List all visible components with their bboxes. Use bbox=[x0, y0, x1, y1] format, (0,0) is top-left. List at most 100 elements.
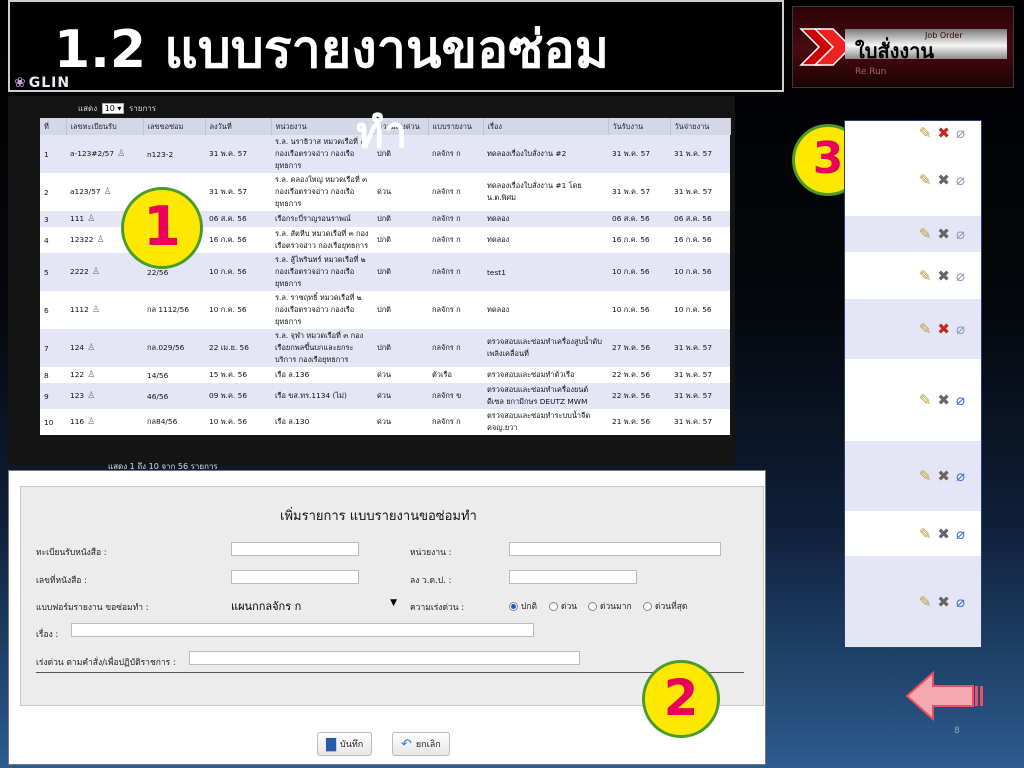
edit-icon[interactable]: ✎ bbox=[919, 320, 932, 338]
table-cell: 06 ส.ค. 56 bbox=[608, 211, 670, 227]
cell-text: กล84/56 bbox=[147, 417, 178, 426]
back-arrow-icon[interactable] bbox=[905, 670, 987, 722]
edit-icon[interactable]: ✎ bbox=[919, 267, 932, 285]
cell-text: 116 bbox=[70, 417, 85, 426]
radio-dot-icon bbox=[549, 602, 558, 611]
edit-icon[interactable]: ✎ bbox=[919, 593, 932, 611]
table-row[interactable]: 6 1112 ♙ กล 1112/56 10 ก.ค. 56 ร.ล. ราชฤทธิ์ … bbox=[40, 291, 730, 329]
reg-input[interactable] bbox=[231, 542, 359, 556]
table-cell: 1 bbox=[40, 135, 66, 173]
cell-text: ร.ล. คลองใหญ่ หมวดเรือที่ ๓ กองเรือตรวจอ… bbox=[275, 175, 368, 208]
table-cell: 10 ก.ค. 56 bbox=[205, 291, 271, 329]
delete-icon[interactable]: ✖ bbox=[937, 267, 950, 285]
cell-text: ทดลอง bbox=[487, 214, 510, 223]
edit-icon[interactable]: ✎ bbox=[919, 171, 932, 189]
cell-text: เรือ ขส.ทร.1134 (ไม่) bbox=[275, 391, 347, 400]
attachment-icon[interactable]: ⌀ bbox=[956, 467, 965, 485]
action-row: ✎ ✖ ⌀ bbox=[845, 252, 981, 299]
cell-text: ทดลอง bbox=[487, 235, 510, 244]
attachment-icon[interactable]: ⌀ bbox=[956, 320, 965, 338]
cell-text: ตัวเรือ bbox=[432, 370, 452, 379]
urgency-option-label: ปกติ bbox=[521, 602, 538, 612]
urgent-cmd-label: เร่งด่วน ตามคำสั่ง/เพื่อปฏิบัติราชการ : bbox=[36, 658, 176, 668]
column-header[interactable]: วันจ่ายงาน bbox=[670, 118, 731, 135]
attachment-icon[interactable]: ⌀ bbox=[956, 171, 965, 189]
table-cell: เรือ ล.136 bbox=[271, 367, 373, 383]
attachment-icon[interactable]: ⌀ bbox=[956, 391, 965, 409]
attachment-icon[interactable]: ⌀ bbox=[956, 267, 965, 285]
delete-icon[interactable]: ✖ bbox=[937, 391, 950, 409]
table-row[interactable]: 8 122 ♙ 14/56 15 พ.ค. 56 เรือ ล.136 ด่วน ตัวเรื… bbox=[40, 367, 730, 383]
edit-icon[interactable]: ✎ bbox=[919, 391, 932, 409]
cell-text: 122 bbox=[70, 370, 85, 379]
form-divider bbox=[36, 672, 744, 673]
urgency-radio[interactable]: ปกติ bbox=[509, 599, 537, 613]
column-header[interactable]: เลขขอซ่อม bbox=[143, 118, 206, 135]
edit-icon[interactable]: ✎ bbox=[919, 525, 932, 543]
page-size-select[interactable]: 10 ▾ bbox=[101, 103, 125, 114]
edit-icon[interactable]: ✎ bbox=[919, 225, 932, 243]
person-icon[interactable]: ♙ bbox=[104, 187, 112, 197]
urgency-radio[interactable]: ด่วนมาก bbox=[588, 599, 632, 613]
cell-text: ร.ล. จุฬา หมวดเรือที่ ๓ กองเรือยกพลขึ้นบ… bbox=[275, 331, 364, 364]
table-cell: 10 ก.ค. 56 bbox=[670, 253, 730, 291]
person-icon[interactable]: ♙ bbox=[87, 391, 95, 401]
delete-icon[interactable]: ✖ bbox=[937, 320, 950, 338]
table-cell: กล.029/56 bbox=[143, 329, 205, 367]
delete-icon[interactable]: ✖ bbox=[937, 124, 950, 142]
edit-icon[interactable]: ✎ bbox=[919, 124, 932, 142]
cell-text: กลจักร ก bbox=[432, 305, 461, 314]
save-button[interactable]: ▇ บันทึก bbox=[317, 732, 373, 756]
table-row[interactable]: 7 124 ♙ กล.029/56 22 เม.ย. 56 ร.ล. จุฬา หมวดเ… bbox=[40, 329, 730, 367]
table-cell: ปกติ bbox=[373, 329, 428, 367]
attachment-icon[interactable]: ⌀ bbox=[956, 593, 965, 611]
subject-label: เรื่อง : bbox=[36, 630, 59, 640]
column-header[interactable]: แบบรายงาน bbox=[428, 118, 484, 135]
column-header[interactable]: เลขทะเบียนรับ bbox=[66, 118, 144, 135]
column-header[interactable]: วันรับงาน bbox=[608, 118, 671, 135]
attachment-icon[interactable]: ⌀ bbox=[956, 225, 965, 243]
delete-icon[interactable]: ✖ bbox=[937, 171, 950, 189]
person-icon[interactable]: ♙ bbox=[92, 267, 100, 277]
table-cell: กลจักร ข bbox=[428, 383, 483, 409]
radio-dot-icon bbox=[643, 602, 652, 611]
column-header[interactable]: เรื่อง bbox=[483, 118, 609, 135]
date-input[interactable] bbox=[509, 570, 637, 584]
urgency-radio[interactable]: ด่วนที่สุด bbox=[643, 599, 687, 613]
table-cell: ด่วน bbox=[373, 383, 428, 409]
delete-icon[interactable]: ✖ bbox=[937, 593, 950, 611]
table-cell: ด่วน bbox=[373, 409, 428, 435]
form-type-value: แผนกกลจักร ก bbox=[231, 600, 302, 613]
urgent-cmd-input[interactable] bbox=[189, 651, 580, 665]
cell-text: กลจักร ก bbox=[432, 343, 461, 352]
unit-input[interactable] bbox=[509, 542, 721, 556]
column-header[interactable]: ลงวันที่ bbox=[205, 118, 272, 135]
cell-text: ทดลองเรื่องใบสั่งงาน #2 bbox=[487, 149, 567, 158]
doc-no-input[interactable] bbox=[231, 570, 359, 584]
table-cell: 16 ก.ค. 56 bbox=[205, 227, 271, 253]
cell-text: 16 ก.ค. 56 bbox=[674, 235, 712, 244]
person-icon[interactable]: ♙ bbox=[87, 370, 95, 380]
person-icon[interactable]: ♙ bbox=[117, 149, 125, 159]
edit-icon[interactable]: ✎ bbox=[919, 467, 932, 485]
person-icon[interactable]: ♙ bbox=[92, 305, 100, 315]
attachment-icon[interactable]: ⌀ bbox=[956, 124, 965, 142]
form-type-select[interactable]: แผนกกลจักร ก ▼ bbox=[231, 597, 397, 613]
attachment-icon[interactable]: ⌀ bbox=[956, 525, 965, 543]
column-header[interactable]: ที่ bbox=[40, 118, 67, 135]
cell-text: a-123#2/57 bbox=[70, 149, 115, 158]
table-row[interactable]: 9 123 ♙ 46/56 09 พ.ค. 56 เรือ ขส.ทร.1134 (ไม่… bbox=[40, 383, 730, 409]
delete-icon[interactable]: ✖ bbox=[937, 225, 950, 243]
person-icon[interactable]: ♙ bbox=[97, 235, 105, 245]
person-icon[interactable]: ♙ bbox=[87, 417, 95, 427]
delete-icon[interactable]: ✖ bbox=[937, 525, 950, 543]
urgency-option-label: ด่วน bbox=[561, 602, 578, 612]
delete-icon[interactable]: ✖ bbox=[937, 467, 950, 485]
person-icon[interactable]: ♙ bbox=[87, 214, 95, 224]
subject-input[interactable] bbox=[71, 623, 534, 637]
table-cell: 31 พ.ค. 57 bbox=[608, 135, 670, 173]
table-row[interactable]: 10 116 ♙ กล84/56 10 พ.ค. 56 เรือ ล.130 ด่วน กลจ… bbox=[40, 409, 730, 435]
cancel-button[interactable]: ↶ ยกเลิก bbox=[392, 732, 450, 756]
person-icon[interactable]: ♙ bbox=[87, 343, 95, 353]
urgency-radio[interactable]: ด่วน bbox=[549, 599, 577, 613]
